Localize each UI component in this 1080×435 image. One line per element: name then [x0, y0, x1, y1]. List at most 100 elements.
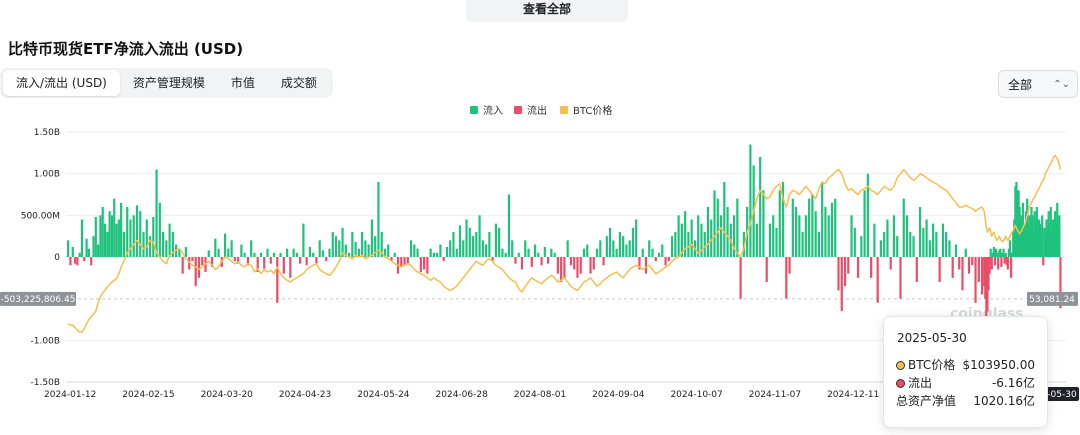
inflow-bar	[582, 248, 586, 257]
tab-flow[interactable]: 流入/流出 (USD)	[3, 70, 120, 96]
inflow-bar	[370, 219, 374, 257]
outflow-bar	[980, 257, 984, 295]
inflow-bar	[465, 219, 468, 257]
inflow-bar	[814, 211, 817, 257]
inflow-bar	[94, 217, 97, 257]
outflow-bar	[589, 257, 592, 274]
inflow-bar	[791, 198, 794, 257]
outflow-bar	[899, 257, 902, 299]
inflow-bar	[1058, 215, 1061, 257]
inflow-bar	[902, 198, 905, 257]
inflow-bar	[168, 223, 171, 257]
inflow-bar	[501, 248, 504, 257]
outflow-bar	[664, 257, 667, 266]
inflow-bar	[494, 223, 498, 257]
outflow-bar	[974, 257, 977, 303]
inflow-bar	[250, 240, 253, 257]
inflow-bar	[635, 219, 638, 257]
inflow-bar	[302, 223, 305, 257]
outflow-bar	[76, 257, 79, 266]
tab-market-cap[interactable]: 市值	[218, 70, 268, 96]
outflow-bar	[961, 257, 964, 291]
outflow-bar	[276, 257, 279, 303]
inflow-bar	[759, 157, 762, 257]
y-tick-label: -1.00B	[31, 336, 60, 346]
inflow-bar	[416, 248, 419, 257]
metric-tabs: 流入/流出 (USD) 资产管理规模 市值 成交额	[0, 68, 333, 98]
outflow-bar	[83, 257, 86, 262]
inflow-bar	[896, 236, 899, 257]
outflow-bar	[915, 257, 918, 282]
inflow-bar	[749, 144, 752, 257]
y-tick-label: 0	[54, 253, 60, 263]
outflow-bar	[419, 257, 422, 272]
inflow-bar	[706, 207, 710, 257]
inflow-bar	[429, 248, 432, 257]
inflow-bar	[165, 240, 168, 257]
inflow-bar	[817, 232, 821, 257]
inflow-bar	[126, 207, 129, 257]
tooltip-row-outflow: 流出 -6.16亿	[896, 375, 1035, 391]
inflow-bar	[723, 182, 726, 257]
inflow-bar	[804, 215, 807, 257]
inflow-bar	[615, 248, 618, 257]
inflow-bar	[909, 232, 912, 257]
outflow-bar	[958, 257, 961, 270]
inflow-bar	[259, 252, 263, 257]
inflow-bar	[948, 240, 951, 257]
outflow-dot-icon	[896, 378, 905, 388]
inflow-bar	[932, 223, 935, 257]
outflow-bar	[573, 257, 576, 270]
inflow-bar	[922, 227, 925, 257]
inflow-bar	[71, 247, 74, 257]
inflow-bar	[117, 219, 120, 257]
range-select[interactable]: 全部 ⌃⌄	[998, 70, 1078, 98]
legend-label: BTC价格	[573, 104, 612, 117]
inflow-bar	[122, 232, 126, 257]
tab-aum[interactable]: 资产管理规模	[120, 70, 218, 96]
inflow-bar	[517, 252, 520, 257]
legend-swatch	[560, 106, 568, 114]
x-tick-label: 2024-02-15	[122, 390, 174, 400]
chevron-updown-icon: ⌃⌄	[1053, 79, 1070, 90]
inflow-bar	[794, 207, 798, 257]
outflow-bar	[201, 257, 204, 266]
inflow-bar	[445, 247, 449, 257]
inflow-bar	[824, 207, 827, 257]
view-all-button[interactable]: 查看全部	[466, 0, 628, 22]
inflow-bar	[468, 227, 471, 257]
outflow-bar	[876, 257, 879, 303]
inflow-bar	[367, 244, 370, 257]
inflow-bar	[227, 248, 230, 257]
outflow-bar	[576, 257, 579, 278]
inflow-bar	[628, 240, 631, 257]
inflow-bar	[533, 244, 537, 257]
outflow-bar	[520, 257, 524, 270]
flow-marker-label: -503,225,806.45	[1, 295, 76, 305]
inflow-bar	[954, 244, 958, 257]
inflow-bar	[762, 190, 765, 257]
tab-volume[interactable]: 成交额	[268, 70, 330, 96]
inflow-bar	[132, 215, 135, 257]
outflow-bar	[299, 257, 302, 264]
outflow-bar	[269, 257, 272, 264]
tooltip-row-nav: 总资产净值 1020.16亿	[896, 393, 1035, 409]
inflow-bar	[481, 240, 484, 257]
inflow-bar	[498, 227, 501, 257]
outflow-bar	[667, 257, 670, 262]
inflow-bar	[703, 232, 706, 257]
inflow-bar	[80, 219, 84, 257]
inflow-bar	[605, 236, 608, 257]
inflow-bar	[648, 240, 651, 257]
inflow-bar	[1041, 215, 1044, 257]
outflow-bar	[423, 257, 426, 270]
inflow-bar	[964, 248, 967, 257]
inflow-bar	[214, 238, 217, 257]
inflow-bar	[449, 240, 452, 257]
inflow-bar	[142, 232, 145, 257]
outflow-bar	[540, 257, 543, 266]
legend-swatch	[514, 106, 522, 114]
outflow-bar	[1000, 257, 1003, 267]
inflow-bar	[393, 252, 396, 257]
outflow-bar	[73, 257, 77, 264]
